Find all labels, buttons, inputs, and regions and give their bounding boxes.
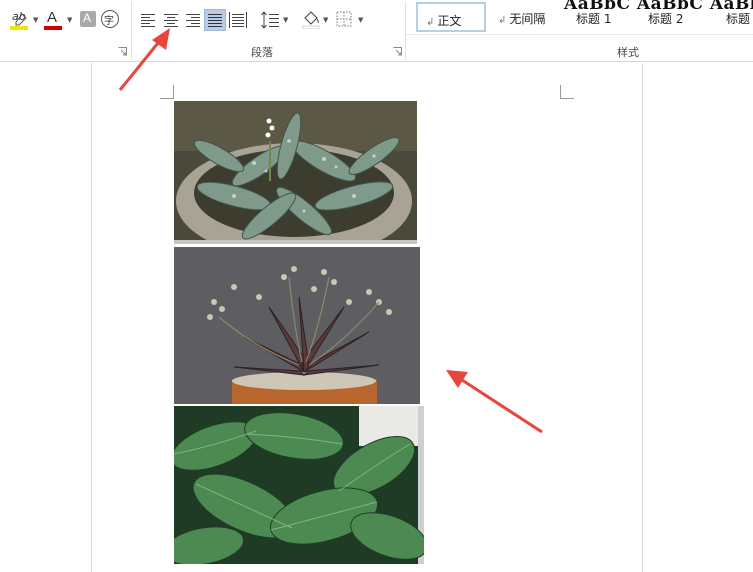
font-group: ab ▼ A ▼ A 字	[0, 0, 130, 62]
paragraph-group: ▼ ▼ ▼ 段落	[132, 0, 404, 62]
align-center-icon[interactable]	[163, 13, 179, 27]
justify-icon	[208, 14, 222, 27]
plant-image-3[interactable]	[174, 406, 424, 564]
style-heading-1-label: 标题 1	[576, 12, 612, 26]
font-color-button[interactable]: A	[44, 9, 64, 31]
font-color-dropdown-icon[interactable]: ▼	[67, 17, 72, 24]
styles-divider	[406, 34, 753, 35]
style-normal-label: 正文	[437, 14, 462, 28]
align-left-icon[interactable]	[140, 13, 156, 27]
font-color-bar	[44, 26, 62, 30]
style-title-label: 标题	[726, 12, 751, 26]
borders-icon[interactable]	[336, 11, 352, 27]
highlight-dropdown-icon[interactable]: ▼	[33, 17, 38, 24]
style-heading-2[interactable]: 标题 2	[648, 2, 683, 32]
style-no-spacing[interactable]: ↲ 无间隔	[498, 2, 545, 32]
shading-dropdown-icon[interactable]: ▼	[323, 17, 328, 24]
page-left-edge	[91, 63, 92, 572]
character-shading-button[interactable]: A	[80, 11, 96, 27]
style-heading-2-label: 标题 2	[648, 12, 684, 26]
font-dialog-launcher-icon[interactable]	[118, 47, 127, 56]
page-right-edge	[642, 63, 643, 572]
enclose-character-button[interactable]: 字	[101, 10, 119, 28]
ribbon: ab ▼ A ▼ A 字 ▼ ▼ ▼ 段落 AaBbC AaBbC AaBb ↲…	[0, 0, 753, 62]
paragraph-mark-icon: ↲	[498, 15, 507, 26]
margin-corner-right-icon	[560, 85, 574, 99]
enclose-character-icon: 字	[104, 16, 114, 27]
line-spacing-icon[interactable]	[260, 11, 280, 29]
plant-image-2[interactable]	[174, 247, 420, 404]
style-heading-1[interactable]: 标题 1	[576, 2, 611, 32]
paragraph-mark-icon: ↲	[426, 17, 435, 28]
align-right-icon[interactable]	[185, 13, 201, 27]
plant-image-1[interactable]	[174, 101, 417, 244]
paragraph-dialog-launcher-icon[interactable]	[393, 47, 402, 56]
style-normal[interactable]: ↲ 正文	[416, 2, 486, 32]
highlight-color-bar	[10, 26, 28, 30]
plant-image-3-graphic	[174, 406, 424, 564]
highlight-color-button[interactable]: ab	[10, 10, 30, 30]
document-area[interactable]	[0, 63, 753, 572]
margin-corner-left-icon	[160, 85, 174, 99]
font-color-icon: A	[47, 9, 58, 26]
justify-button[interactable]	[204, 9, 226, 31]
plant-image-2-graphic	[174, 247, 420, 404]
shading-bucket-icon[interactable]	[301, 9, 321, 29]
style-no-spacing-label: 无间隔	[509, 12, 546, 26]
plant-image-1-graphic	[174, 101, 417, 244]
paragraph-group-label: 段落	[251, 46, 273, 59]
styles-group-label: 样式	[617, 46, 639, 59]
character-shading-icon: A	[83, 11, 92, 25]
line-spacing-dropdown-icon[interactable]: ▼	[283, 17, 288, 24]
style-title[interactable]: 标题	[726, 2, 750, 32]
borders-dropdown-icon[interactable]: ▼	[358, 17, 363, 24]
distributed-align-icon[interactable]	[229, 12, 247, 28]
styles-group: AaBbC AaBbC AaBb ↲ 正文 ↲ 无间隔 标题 1 标题 2 标题 样…	[406, 0, 753, 62]
